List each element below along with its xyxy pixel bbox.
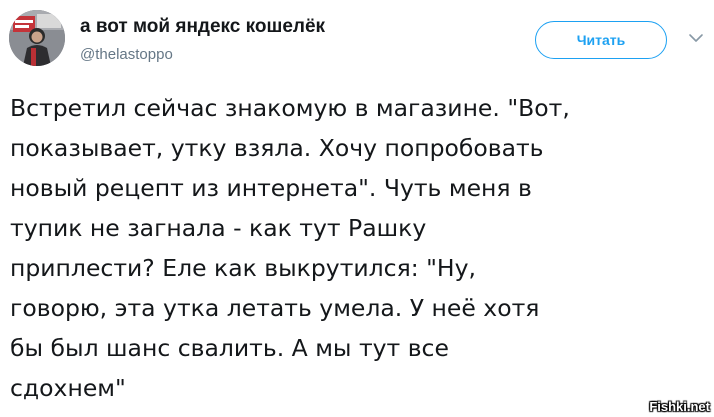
tweet-text-line: новый рецепт из интернета". Чуть меня в (10, 174, 532, 202)
tweet-text: Встретил сейчас знакомую в магазине. "Во… (10, 88, 710, 408)
tweet-text-line: говорю, эта утка летать умела. У неё хот… (10, 294, 540, 322)
tweet-text-line: приплести? Еле как выкрутился: "Ну, (10, 254, 476, 282)
tweet-text-line: Встретил сейчас знакомую в магазине. "Во… (10, 94, 570, 122)
tweet-card: а вот мой яндекс кошелёк @thelastoppo Чи… (0, 0, 714, 417)
tweet-text-line: сдохнем" (10, 374, 126, 402)
display-name[interactable]: а вот мой яндекс кошелёк (80, 16, 325, 38)
follow-button[interactable]: Читать (535, 21, 667, 59)
avatar[interactable] (9, 10, 65, 66)
watermark: Fishki.net (649, 399, 710, 414)
tweet-text-line: показывает, утку взяла. Хочу попробовать (10, 134, 544, 162)
tweet-text-line: тупик не загнала - как тут Рашку (10, 214, 427, 242)
chevron-down-icon[interactable] (688, 30, 704, 46)
tweet-text-line: бы был шанс свалить. А мы тут все (10, 334, 449, 362)
user-handle[interactable]: @thelastoppo (80, 46, 173, 63)
profile-photo-icon (9, 10, 65, 66)
